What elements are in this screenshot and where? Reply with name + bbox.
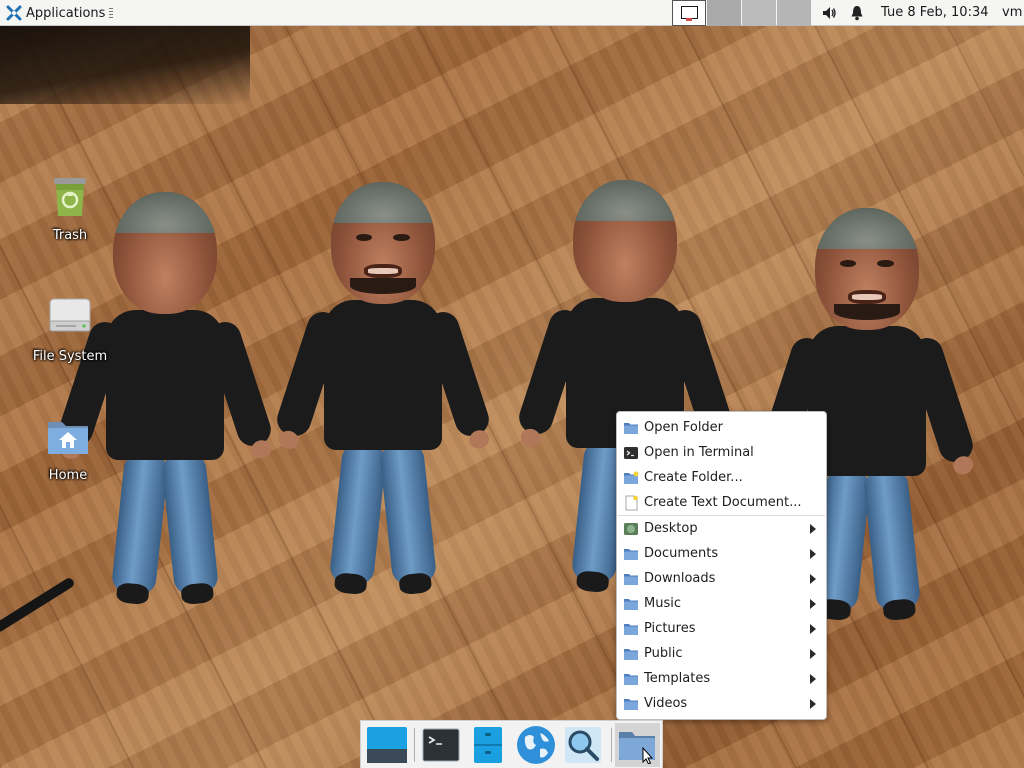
- menu-item-label: Open in Terminal: [644, 445, 754, 460]
- desktop-wallpaper: [0, 0, 1024, 768]
- folder-icon: [624, 422, 638, 434]
- workspace-3[interactable]: [742, 0, 776, 26]
- menu-item-label: Pictures: [644, 621, 696, 636]
- menu-item-public[interactable]: Public: [617, 641, 826, 666]
- desktop-icon-label: Home: [48, 468, 88, 483]
- menu-item-documents[interactable]: Documents: [617, 541, 826, 566]
- applications-label: Applications: [26, 5, 106, 21]
- home-folder-icon: [48, 422, 88, 454]
- desktop-folder-icon: [624, 522, 638, 535]
- folder-icon: [624, 648, 638, 660]
- workspace-4[interactable]: [777, 0, 811, 26]
- submenu-arrow-icon: [810, 524, 816, 534]
- menu-item-create-folder[interactable]: Create Folder...: [617, 465, 826, 490]
- menu-item-open-in-terminal[interactable]: Open in Terminal: [617, 440, 826, 465]
- dock-terminal-button[interactable]: [418, 723, 463, 767]
- file-cabinet-icon: [474, 726, 503, 763]
- terminal-icon: [422, 728, 460, 761]
- submenu-arrow-icon: [810, 624, 816, 634]
- volume-icon[interactable]: [818, 0, 840, 26]
- desktop-icon-label: File System: [32, 349, 108, 364]
- panel-handle-icon: [109, 8, 114, 18]
- menu-item-label: Create Folder...: [644, 470, 743, 485]
- wallpaper-figure: [55, 192, 275, 612]
- menu-item-label: Documents: [644, 546, 719, 561]
- menu-item-open-folder[interactable]: Open Folder: [617, 415, 826, 440]
- menu-item-label: Downloads: [644, 571, 716, 586]
- dock-web-browser-button[interactable]: [513, 723, 558, 767]
- dock-separator: [610, 727, 612, 762]
- menu-item-music[interactable]: Music: [617, 591, 826, 616]
- system-tray: [818, 0, 874, 26]
- workspace-1[interactable]: [672, 0, 706, 26]
- desktop-icon-file-system[interactable]: File System: [27, 293, 113, 364]
- trash-icon: [54, 178, 86, 216]
- workspace-switcher: [672, 0, 812, 26]
- folder-icon: [619, 731, 656, 764]
- wallpaper-cable: [0, 576, 76, 634]
- folder-icon: [624, 573, 638, 585]
- magnifier-icon: [565, 726, 602, 763]
- user-menu[interactable]: vm: [1002, 0, 1022, 26]
- menu-item-desktop[interactable]: Desktop: [617, 516, 826, 541]
- dock-separator: [414, 727, 416, 762]
- dock-show-desktop-button[interactable]: [364, 723, 409, 767]
- bottom-dock: [360, 720, 663, 768]
- menu-item-label: Templates: [644, 671, 711, 686]
- folder-icon: [624, 698, 638, 710]
- folder-icon: [624, 598, 638, 610]
- submenu-arrow-icon: [810, 699, 816, 709]
- wallpaper-shadow: [0, 26, 250, 104]
- menu-item-create-text-document[interactable]: Create Text Document...: [617, 490, 826, 515]
- menu-item-downloads[interactable]: Downloads: [617, 566, 826, 591]
- workspace-2[interactable]: [707, 0, 741, 26]
- dock-folder-button[interactable]: [614, 722, 661, 767]
- clock[interactable]: Tue 8 Feb, 10:34: [881, 0, 989, 26]
- wallpaper-figure: [273, 182, 493, 602]
- menu-item-videos[interactable]: Videos: [617, 691, 826, 716]
- submenu-arrow-icon: [810, 674, 816, 684]
- desktop-icon-label: Trash: [52, 228, 88, 243]
- xfce-logo-icon: [6, 5, 22, 21]
- text-document-icon: [625, 495, 638, 510]
- menu-item-label: Desktop: [644, 521, 698, 536]
- submenu-arrow-icon: [810, 599, 816, 609]
- terminal-icon: [624, 446, 638, 459]
- applications-menu-button[interactable]: Applications: [2, 0, 117, 26]
- window-thumbnail-icon: [681, 6, 698, 21]
- folder-icon: [624, 623, 638, 635]
- menu-item-label: Open Folder: [644, 420, 724, 435]
- menu-item-label: Public: [644, 646, 683, 661]
- desktop-context-menu: Open Folder Open in Terminal Create Fold…: [616, 411, 827, 720]
- folder-new-icon: [624, 471, 639, 484]
- dock-file-manager-button[interactable]: [466, 723, 511, 767]
- menu-item-label: Videos: [644, 696, 688, 711]
- menu-item-label: Create Text Document...: [644, 495, 802, 510]
- menu-item-label: Music: [644, 596, 681, 611]
- drive-icon: [49, 298, 91, 332]
- dock-app-finder-button[interactable]: [560, 723, 605, 767]
- folder-icon: [624, 673, 638, 685]
- desktop-icon-home[interactable]: Home: [25, 412, 111, 483]
- submenu-arrow-icon: [810, 649, 816, 659]
- desktop-icon: [366, 726, 407, 763]
- globe-icon: [516, 725, 555, 764]
- notification-bell-icon[interactable]: [846, 0, 868, 26]
- submenu-arrow-icon: [810, 574, 816, 584]
- desktop-icon-trash[interactable]: Trash: [27, 172, 113, 243]
- top-panel: Applications Tue 8 Feb, 10:34 vm: [0, 0, 1024, 26]
- submenu-arrow-icon: [810, 549, 816, 559]
- menu-item-pictures[interactable]: Pictures: [617, 616, 826, 641]
- folder-icon: [624, 548, 638, 560]
- menu-item-templates[interactable]: Templates: [617, 666, 826, 691]
